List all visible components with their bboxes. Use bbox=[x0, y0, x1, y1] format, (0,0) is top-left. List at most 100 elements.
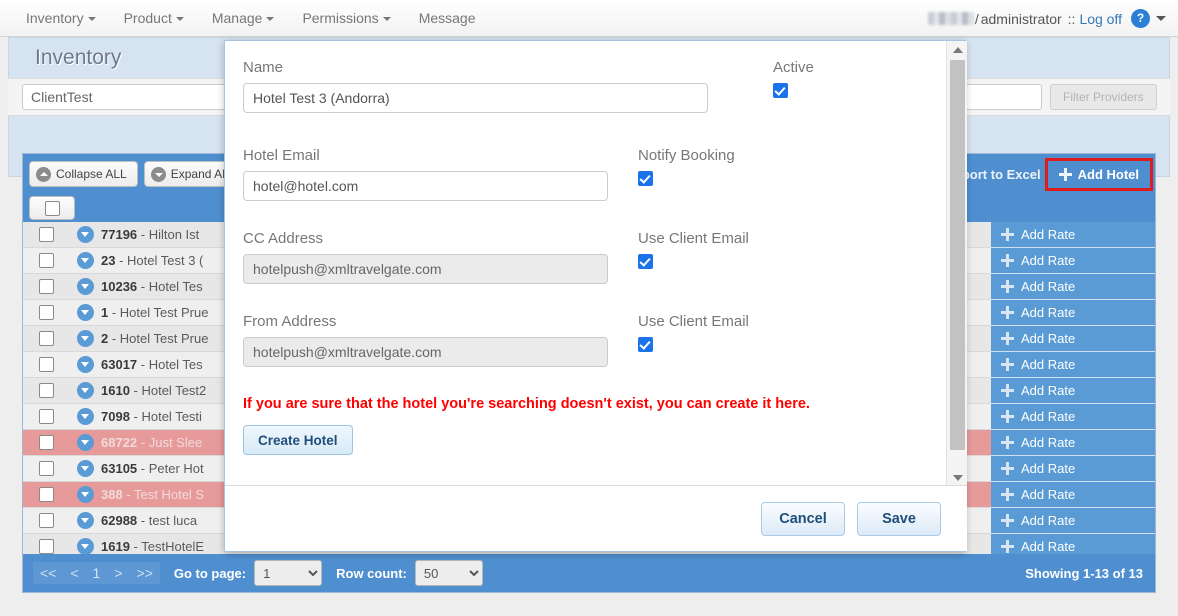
hotel-edit-dialog: Name Active Hotel Email Notify Booking CC Ad… bbox=[224, 40, 967, 552]
help-question-icon[interactable]: ? bbox=[1131, 9, 1150, 28]
expand-row-button[interactable] bbox=[69, 538, 101, 555]
chevron-down-icon[interactable] bbox=[1156, 16, 1166, 21]
checkbox-icon bbox=[44, 200, 60, 216]
cancel-button[interactable]: Cancel bbox=[761, 501, 845, 536]
add-rate-button[interactable]: Add Rate bbox=[991, 378, 1155, 404]
expand-row-button[interactable] bbox=[69, 330, 101, 347]
log-off-link[interactable]: Log off bbox=[1079, 11, 1122, 27]
nav-manage[interactable]: Manage bbox=[198, 0, 289, 37]
nav-permissions[interactable]: Permissions bbox=[288, 0, 404, 37]
add-rate-button[interactable]: Add Rate bbox=[991, 326, 1155, 352]
expand-row-button[interactable] bbox=[69, 382, 101, 399]
expand-row-button[interactable] bbox=[69, 278, 101, 295]
add-rate-button[interactable]: Add Rate bbox=[991, 300, 1155, 326]
expand-row-button[interactable] bbox=[69, 252, 101, 269]
add-rate-label: Add Rate bbox=[1021, 513, 1076, 528]
field-hotel-email-label: Hotel Email bbox=[243, 147, 320, 164]
nav-product[interactable]: Product bbox=[110, 0, 198, 37]
row-checkbox[interactable] bbox=[23, 331, 69, 346]
row-checkbox[interactable] bbox=[23, 383, 69, 398]
field-hotel-email-checkbox[interactable] bbox=[638, 171, 653, 186]
field-cc-address-input[interactable] bbox=[243, 254, 608, 284]
field-name-input[interactable] bbox=[243, 83, 708, 113]
checkbox-icon bbox=[38, 331, 54, 346]
add-rate-button[interactable]: Add Rate bbox=[991, 508, 1155, 534]
select-all-checkbox[interactable] bbox=[29, 196, 75, 220]
row-count-label: Row count: bbox=[336, 565, 407, 581]
row-checkbox[interactable] bbox=[23, 461, 69, 476]
add-rate-button[interactable]: Add Rate bbox=[991, 352, 1155, 378]
add-hotel-button[interactable]: Add Hotel bbox=[1044, 157, 1154, 191]
add-rate-label: Add Rate bbox=[1021, 279, 1076, 294]
goto-page-select[interactable]: 1 bbox=[254, 560, 323, 586]
expand-row-button[interactable] bbox=[69, 408, 101, 425]
redacted-username bbox=[927, 12, 974, 25]
page-last-button[interactable]: >> bbox=[129, 565, 160, 581]
row-checkbox[interactable] bbox=[23, 253, 69, 268]
top-navbar: Inventory Product Manage Permissions Message… bbox=[0, 0, 1178, 37]
row-count-select[interactable]: 50 bbox=[414, 560, 483, 586]
collapse-all-button[interactable]: Collapse ALL bbox=[29, 161, 138, 187]
expand-row-button[interactable] bbox=[69, 434, 101, 451]
row-checkbox[interactable] bbox=[23, 539, 69, 554]
nav-product-label: Product bbox=[123, 9, 172, 26]
create-hotel-warning-text: If you are sure that the hotel you're se… bbox=[243, 396, 810, 412]
field-from-address-right: Use Client Email bbox=[638, 313, 749, 367]
page-first-button[interactable]: << bbox=[33, 565, 64, 581]
expand-row-button[interactable] bbox=[69, 226, 101, 243]
expand-row-button[interactable] bbox=[69, 460, 101, 477]
add-rate-button[interactable]: Add Rate bbox=[991, 456, 1155, 482]
expand-row-button[interactable] bbox=[69, 512, 101, 529]
page-prev-button[interactable]: < bbox=[63, 565, 86, 581]
page-next-button[interactable]: > bbox=[107, 565, 130, 581]
row-checkbox[interactable] bbox=[23, 487, 69, 502]
expand-row-button[interactable] bbox=[69, 486, 101, 503]
chevron-down-circle-icon bbox=[76, 252, 94, 269]
row-checkbox[interactable] bbox=[23, 305, 69, 320]
field-from-address-input[interactable] bbox=[243, 337, 608, 367]
chevron-down-icon bbox=[382, 16, 391, 21]
add-rate-button[interactable]: Add Rate bbox=[991, 222, 1155, 248]
add-rate-button[interactable]: Add Rate bbox=[991, 430, 1155, 456]
row-checkbox[interactable] bbox=[23, 227, 69, 242]
chevron-down-circle-icon bbox=[76, 356, 94, 373]
add-rate-label: Add Rate bbox=[1021, 227, 1076, 242]
field-cc-address-checkbox[interactable] bbox=[638, 254, 653, 269]
add-rate-button[interactable]: Add Rate bbox=[991, 274, 1155, 300]
checkbox-icon bbox=[38, 253, 54, 268]
goto-page-label: Go to page: bbox=[173, 565, 247, 581]
field-hotel-email-input[interactable] bbox=[243, 171, 608, 201]
add-rate-label: Add Rate bbox=[1021, 305, 1076, 320]
add-rate-button[interactable]: Add Rate bbox=[991, 404, 1155, 430]
create-hotel-button[interactable]: Create Hotel bbox=[243, 425, 353, 455]
row-checkbox[interactable] bbox=[23, 513, 69, 528]
scrollbar-thumb[interactable] bbox=[950, 60, 965, 450]
nav-message[interactable]: Message bbox=[405, 0, 490, 37]
nav-permissions-label: Permissions bbox=[302, 9, 379, 26]
scroll-up-arrow-icon[interactable] bbox=[947, 41, 967, 58]
scroll-down-arrow-icon[interactable] bbox=[947, 469, 967, 486]
add-rate-button[interactable]: Add Rate bbox=[991, 248, 1155, 274]
plus-icon bbox=[1001, 306, 1014, 319]
row-checkbox[interactable] bbox=[23, 279, 69, 294]
row-checkbox[interactable] bbox=[23, 357, 69, 372]
checkbox-icon bbox=[38, 357, 54, 372]
expand-row-button[interactable] bbox=[69, 304, 101, 321]
filter-providers-button[interactable]: Filter Providers bbox=[1050, 84, 1157, 110]
field-name-left: Name bbox=[243, 59, 708, 113]
chevron-down-circle-icon bbox=[76, 226, 94, 243]
dialog-scrollbar[interactable] bbox=[946, 41, 967, 486]
checkbox-icon bbox=[38, 279, 54, 294]
save-button[interactable]: Save bbox=[857, 501, 941, 536]
field-from-address-checkbox[interactable] bbox=[638, 337, 653, 352]
row-checkbox[interactable] bbox=[23, 435, 69, 450]
showing-count-label: Showing 1-13 of 13 bbox=[1025, 565, 1143, 581]
row-checkbox[interactable] bbox=[23, 409, 69, 424]
field-name-checkbox[interactable] bbox=[773, 83, 788, 98]
plus-icon bbox=[1001, 280, 1014, 293]
chevron-down-icon bbox=[87, 16, 96, 21]
expand-row-button[interactable] bbox=[69, 356, 101, 373]
nav-inventory[interactable]: Inventory bbox=[12, 0, 110, 37]
add-rate-button[interactable]: Add Rate bbox=[991, 482, 1155, 508]
page-number-1[interactable]: 1 bbox=[85, 565, 108, 581]
